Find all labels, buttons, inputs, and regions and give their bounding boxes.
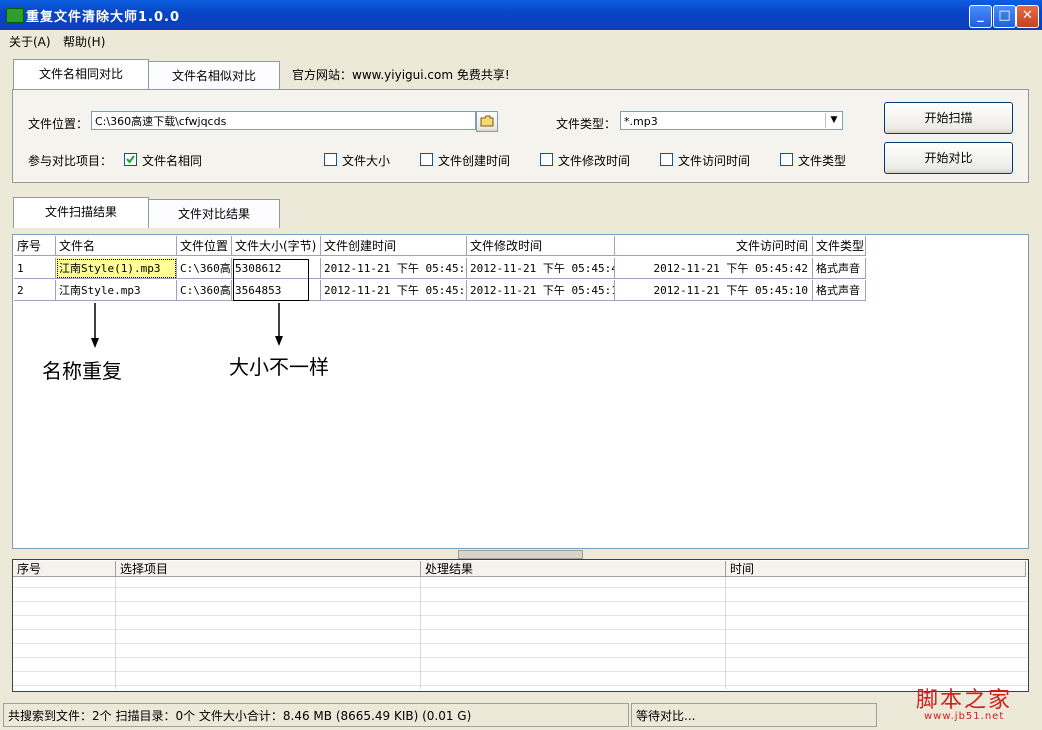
log-col-result[interactable]: 处理结果 [421, 561, 726, 577]
splitter-handle[interactable] [458, 550, 583, 559]
watermark-logo: 脚本之家 [916, 688, 1013, 713]
status-state: 等待对比... [631, 703, 877, 727]
log-grid: 序号 选择项目 处理结果 时间 [12, 559, 1029, 692]
annotation-name-duplicate: 名称重复 [42, 359, 122, 383]
annotation-size-different: 大小不一样 [229, 355, 329, 379]
status-summary: 共搜索到文件：2个 扫描目录：0个 文件大小合计：8.46 MB (8665.4… [3, 703, 629, 727]
log-col-item[interactable]: 选择项目 [116, 561, 421, 577]
log-col-index[interactable]: 序号 [13, 561, 116, 577]
log-col-time[interactable]: 时间 [726, 561, 1026, 577]
watermark-url: www.jb51.net [924, 711, 1005, 722]
